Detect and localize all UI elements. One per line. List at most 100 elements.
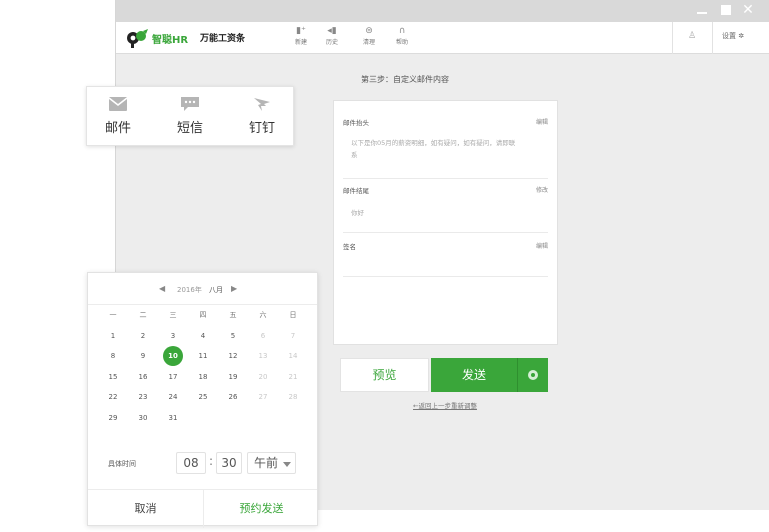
calendar-day[interactable]: 27 [248,387,278,408]
calendar-day[interactable]: 28 [278,387,308,408]
prev-month-icon[interactable]: ◀ [159,284,165,293]
edit-footer-button[interactable]: 修改 [536,185,548,194]
calendar-day[interactable]: 2 [128,326,158,347]
logo-text: 智聪HR [152,35,189,46]
channel-mail[interactable]: 邮件 [93,97,143,136]
calendar-week-row: 15 16 17 18 19 20 21 [98,367,309,388]
weekday-label: 四 [199,311,207,319]
calendar-day[interactable]: 9 [128,346,158,367]
preview-button[interactable]: 预览 [340,358,429,392]
calendar-day[interactable]: 14 [278,346,308,367]
hour-field[interactable]: 08 [176,452,206,474]
calendar-day[interactable]: 8 [98,346,128,367]
channel-sms[interactable]: 短信 [165,97,215,136]
back-link[interactable]: ←返回上一步重新调整 [380,400,510,410]
maximize-icon[interactable] [719,3,733,17]
nav-history-button[interactable]: ◂▮ 历史 [319,25,345,46]
time-label: 具体时间 [108,460,136,468]
toolbar-divider [712,22,713,54]
calendar-day[interactable]: 13 [248,346,278,367]
minimize-icon[interactable] [695,3,709,17]
ampm-select[interactable]: 午前 [247,452,296,474]
calendar-day[interactable]: 5 [218,326,248,347]
mail-header-label: 邮件抬头 [343,119,369,127]
edit-signature-button[interactable]: 编辑 [536,241,548,250]
picker-header: ◀ 2016年 八月 ▶ [88,273,317,305]
sms-icon [181,97,199,111]
channel-sms-label: 短信 [176,121,203,136]
picker-year: 2016年 [177,286,202,294]
calendar-day[interactable]: 18 [188,367,218,388]
help-icon: ∩ [398,26,406,36]
calendar-day[interactable]: 19 [218,367,248,388]
calendar-day-selected[interactable]: 10 [158,346,188,367]
calendar-day[interactable]: 16 [128,367,158,388]
calendar-day[interactable]: 11 [188,346,218,367]
picker-footer: 取消 预约发送 [88,489,319,528]
schedule-send-confirm-button[interactable]: 预约发送 [204,490,319,528]
nav-new-button[interactable]: ▮⁺ 新建 [288,25,314,46]
weekday-label: 五 [229,311,237,319]
weekday-label: 日 [289,311,297,319]
next-month-icon[interactable]: ▶ [231,284,237,293]
history-icon: ◂▮ [327,26,337,36]
minute-field[interactable]: 30 [216,452,242,474]
calendar-day[interactable]: 31 [158,408,188,429]
mail-header-section: 邮件抬头 编辑 以下是你05月的薪资明细，如有疑问，如有疑问，请即联系 [343,117,548,179]
step-title: 第三步：自定义邮件内容 [361,75,449,84]
calendar-day[interactable]: 1 [98,326,128,347]
calendar-week-row: 1234567 [98,326,309,347]
calendar-day[interactable]: 22 [98,387,128,408]
weekday-label: 三 [169,311,177,319]
mail-footer-section: 邮件结尾 修改 你好 [343,185,548,233]
calendar-day[interactable]: 21 [278,367,308,388]
mail-footer-label: 邮件结尾 [343,187,369,195]
nav-new-label: 新建 [294,39,307,46]
channel-dingtalk-label: 钉钉 [248,121,275,136]
toolbar-divider [672,22,673,54]
clock-icon [528,370,538,380]
calendar-week-row: 29 30 31 [98,408,309,429]
weekday-label: 六 [259,311,267,319]
channel-mail-label: 邮件 [104,121,131,136]
settings-button[interactable]: 设置 ✲ [722,31,744,41]
close-icon[interactable]: ✕ [741,3,755,17]
calendar-day[interactable]: 24 [158,387,188,408]
channel-dingtalk[interactable]: 钉钉 [237,97,287,136]
nav-cleanup-button[interactable]: ⊜ 清理 [356,25,382,46]
cancel-button[interactable]: 取消 [88,490,203,528]
calendar-day[interactable]: 6 [248,326,278,347]
calendar-day[interactable]: 15 [98,367,128,388]
calendar-day[interactable]: 26 [218,387,248,408]
calendar-day[interactable]: 30 [128,408,158,429]
schedule-send-button[interactable] [517,358,548,392]
signature-section: 签名 编辑 [343,241,548,277]
mail-icon [109,97,127,111]
user-icon[interactable]: ♙ [688,31,696,41]
edit-header-button[interactable]: 编辑 [536,117,548,126]
dingtalk-icon [254,98,270,111]
nav-cleanup-label: 清理 [362,39,375,46]
calendar-day[interactable]: 17 [158,367,188,388]
calendar-grid: 一二三四五六日 1 2 3 4 5 6 7 8 9 10 11 12 13 14 15 16 17 18 19 20 21… [98,305,309,428]
schedule-date-picker: ◀ 2016年 八月 ▶ 一二三四五六日 1 2 3 4 5 6 7 8 9 10 11 12 13 14 1… [87,272,319,528]
time-row: 具体时间 08 : 30 午前 [88,445,317,481]
time-colon: : [209,454,214,468]
calendar-week-row: 8 9 10 11 12 13 14 [98,346,309,367]
nav-help-label: 帮助 [395,39,408,46]
calendar-day[interactable]: 20 [248,367,278,388]
calendar-day[interactable]: 3 [158,326,188,347]
weekday-label: 一 [109,311,117,319]
send-button[interactable]: 发送 [431,358,517,392]
ampm-value: 午前 [254,456,279,470]
calendar-day[interactable]: 29 [98,408,128,429]
calendar-day[interactable]: 25 [188,387,218,408]
calendar-week-row: 22 23 24 25 26 27 28 [98,387,309,408]
calendar-day[interactable]: 7 [278,326,308,347]
mail-footer-text: 你好 [351,209,364,217]
calendar-day[interactable]: 4 [188,326,218,347]
nav-help-button[interactable]: ∩ 帮助 [389,25,415,46]
back-link-text: 返回上一步重新调整 [418,402,477,410]
calendar-day[interactable]: 12 [218,346,248,367]
calendar-day[interactable]: 23 [128,387,158,408]
